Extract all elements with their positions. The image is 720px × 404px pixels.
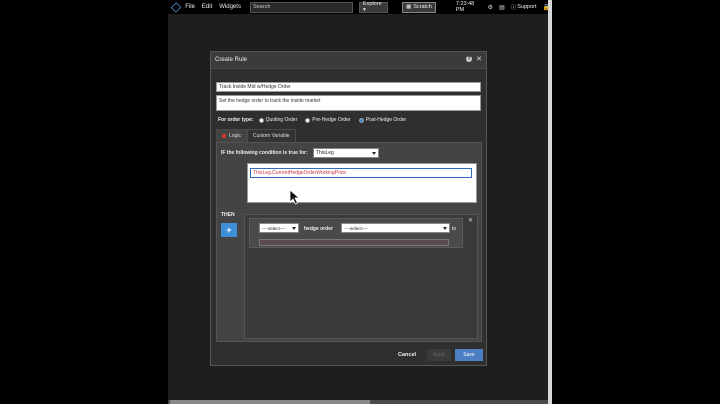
- top-menu-bar: File Edit Widgets Search Explore ▾ ▦ Scr…: [168, 0, 550, 14]
- rule-description-input[interactable]: Set the hedge order to track the inside …: [216, 95, 481, 111]
- help-circle-icon: ⓘ: [510, 5, 517, 11]
- close-icon[interactable]: ✕: [476, 55, 482, 63]
- calendar-icon[interactable]: ▤: [499, 4, 505, 11]
- save-button[interactable]: Save: [455, 349, 483, 361]
- support-link[interactable]: ⓘ Support: [511, 3, 537, 11]
- radio-quoting-order-label: Quoting Order: [265, 117, 298, 123]
- apply-button[interactable]: Apply: [427, 349, 451, 361]
- condition-input[interactable]: ThisLeg.CurrentHedgeOrderWorkingPrice: [250, 168, 472, 178]
- radio-post-hedge-order-label: Post-Hedge Order: [365, 117, 407, 123]
- search-input[interactable]: Search: [249, 1, 353, 13]
- hedge-property-select[interactable]: ----select----: [341, 223, 450, 233]
- horizontal-scrollbar-thumb[interactable]: [170, 400, 370, 404]
- dialog-title: Create Rule: [215, 57, 248, 63]
- action-verb-select-value: ----select----: [262, 225, 286, 231]
- dialog-header: Create Rule ? ✕: [211, 52, 486, 69]
- to-label: to: [452, 226, 457, 232]
- action-verb-select[interactable]: ----select----: [259, 223, 299, 233]
- create-rule-dialog: Create Rule ? ✕ Track Inside Mid w/Hedge…: [210, 51, 487, 366]
- tab-logic[interactable]: Logic: [216, 129, 247, 142]
- order-type-group: For order type: Quoting Order Pre-Hedge …: [218, 117, 414, 123]
- action-area: ----select---- hedge order ----select---…: [244, 214, 478, 339]
- explore-dropdown[interactable]: Explore ▾: [358, 1, 389, 13]
- then-label: THEN: [221, 212, 235, 218]
- tab-custom-variable-label: Custom Variable: [252, 133, 290, 139]
- support-label: Support: [517, 4, 537, 10]
- menu-file[interactable]: File: [185, 4, 195, 10]
- rule-name-input[interactable]: Track Inside Mid w/Hedge Order: [216, 82, 481, 92]
- rule-tabs: Logic Custom Variable: [216, 129, 296, 142]
- radio-pre-hedge-order-label: Pre-Hedge Order: [312, 117, 351, 123]
- error-dot-icon: [222, 134, 226, 138]
- workspace-icon: ▦: [406, 4, 412, 10]
- action-value-input[interactable]: [259, 239, 449, 246]
- help-icon[interactable]: ?: [466, 56, 472, 62]
- hedge-order-label: hedge order: [304, 226, 333, 232]
- dialog-footer: Cancel Apply Save: [211, 347, 486, 365]
- leg-select-value: ThisLeg: [316, 150, 334, 156]
- radio-quoting-order[interactable]: [258, 117, 264, 123]
- leg-select[interactable]: ThisLeg: [313, 148, 379, 158]
- order-type-label: For order type:: [218, 117, 254, 123]
- remove-action-icon[interactable]: ✕: [468, 217, 473, 224]
- logic-panel: IF the following condition is true for: …: [216, 142, 482, 342]
- menu-edit[interactable]: Edit: [202, 4, 212, 10]
- radio-pre-hedge-order[interactable]: [305, 117, 311, 123]
- chevron-down-icon: [372, 152, 376, 155]
- menu-widgets[interactable]: Widgets: [219, 4, 241, 10]
- if-condition-label: IF the following condition is true for:: [221, 150, 308, 156]
- scratch-label: Scratch: [413, 4, 432, 10]
- chevron-down-icon: [292, 227, 296, 230]
- tab-logic-label: Logic: [229, 133, 241, 139]
- chevron-down-icon: [443, 227, 447, 230]
- settings-icon[interactable]: ⚙: [488, 4, 493, 11]
- tab-custom-variable[interactable]: Custom Variable: [246, 129, 296, 142]
- scratch-workspace-button[interactable]: ▦ Scratch: [402, 1, 436, 13]
- add-action-button[interactable]: +: [221, 223, 237, 237]
- action-row: ----select---- hedge order ----select---…: [249, 218, 463, 248]
- hedge-property-select-value: ----select----: [344, 225, 368, 231]
- radio-post-hedge-order[interactable]: [358, 117, 364, 123]
- condition-editor[interactable]: ThisLeg.CurrentHedgeOrderWorkingPrice: [247, 163, 477, 205]
- vertical-scrollbar[interactable]: [548, 0, 552, 404]
- cancel-button[interactable]: Cancel: [398, 352, 416, 358]
- clock-time: 7:23:48 PM: [455, 1, 475, 13]
- app-logo-icon[interactable]: [170, 1, 182, 13]
- mouse-pointer-icon: [289, 189, 301, 205]
